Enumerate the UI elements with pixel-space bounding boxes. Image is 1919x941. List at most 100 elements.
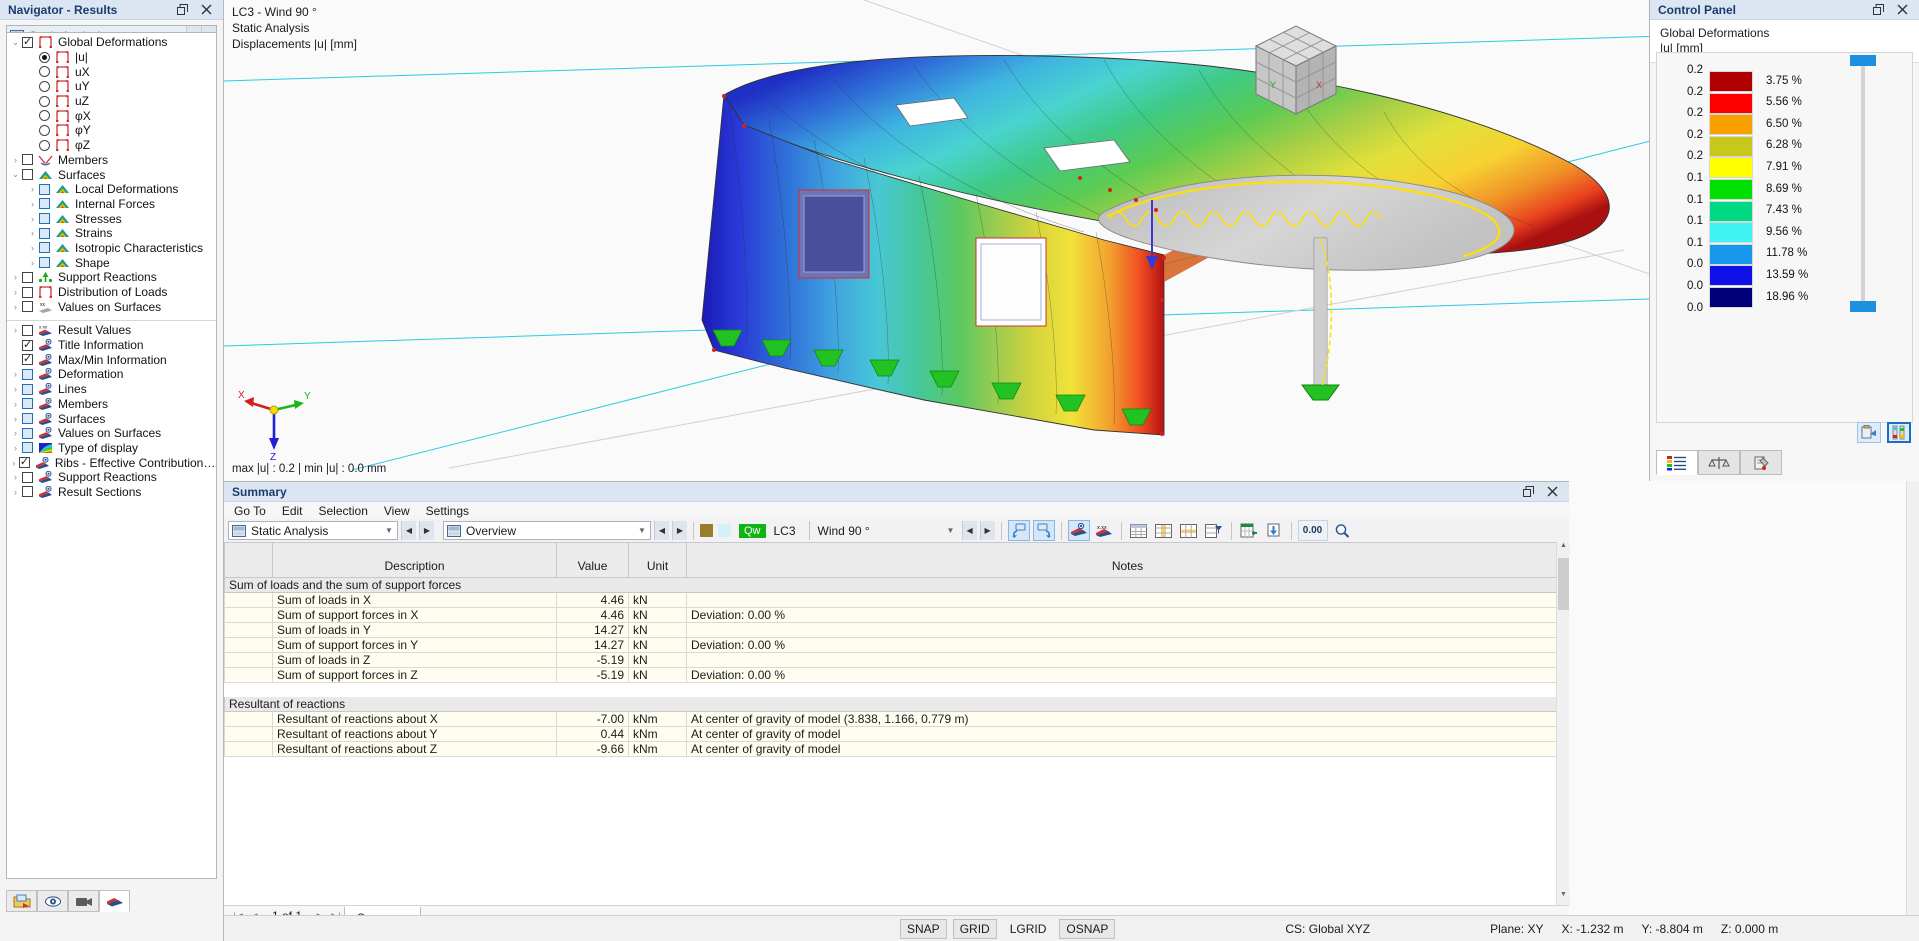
chevron-right-icon[interactable]: ›	[9, 414, 22, 424]
import-icon[interactable]	[1263, 520, 1285, 541]
row-index-cell[interactable]	[224, 636, 273, 653]
close-icon[interactable]	[1895, 3, 1909, 17]
chevron-right-icon[interactable]: ›	[26, 199, 39, 209]
chevron-down-icon[interactable]: ▼	[634, 526, 650, 535]
table-row[interactable]: Sum of loads in X 4.46 kN	[224, 591, 1569, 608]
summary-overview-next[interactable]: ▶	[672, 521, 687, 540]
radio-button[interactable]	[39, 66, 50, 78]
checkbox[interactable]	[22, 383, 33, 395]
chevron-right-icon[interactable]: ›	[9, 472, 22, 482]
tree-item-x[interactable]: · φX	[7, 108, 216, 123]
checkbox[interactable]	[39, 227, 50, 239]
edit-scale-icon[interactable]	[1887, 422, 1911, 443]
tree-item-values-on-surfaces[interactable]: › Values on Surfaces	[7, 426, 216, 441]
chevron-right-icon[interactable]: ›	[9, 384, 22, 394]
chevron-right-icon[interactable]: ›	[26, 243, 39, 253]
radio-button[interactable]	[39, 80, 50, 92]
chevron-right-icon[interactable]: ›	[9, 302, 22, 312]
tree-item-type-of-display[interactable]: › Type of display	[7, 441, 216, 456]
chevron-right-icon[interactable]: ›	[9, 443, 22, 453]
chevron-down-icon[interactable]: ▼	[381, 526, 397, 535]
restore-icon[interactable]	[1521, 485, 1535, 499]
checkbox-checked[interactable]	[22, 352, 33, 366]
summary-overview-combo[interactable]: Overview ▼	[443, 521, 651, 540]
menu-item-selection[interactable]: Selection	[319, 504, 368, 518]
tree-item-support-reactions[interactable]: › Support Reactions	[7, 470, 216, 485]
show-result-icon[interactable]	[1067, 520, 1090, 541]
copy-scale-icon[interactable]	[1857, 422, 1881, 443]
checkbox[interactable]	[22, 368, 33, 380]
tree-item-shape[interactable]: › Shape	[7, 255, 216, 270]
column-header-index[interactable]	[224, 543, 273, 578]
tree-item-surfaces[interactable]: ⌄ Surfaces	[7, 167, 216, 182]
tree-item-result-values[interactable]: › x.xx Result Values	[7, 323, 216, 338]
chevron-down-icon[interactable]: ▼	[943, 526, 959, 535]
checkbox[interactable]	[22, 324, 33, 336]
table-view-icon[interactable]	[1128, 520, 1150, 541]
row-index-cell[interactable]	[224, 606, 273, 623]
radio-button[interactable]	[39, 139, 50, 151]
checkbox-checked[interactable]	[22, 338, 33, 351]
legend-color-swatch[interactable]	[1709, 157, 1753, 179]
table-group-row[interactable]: Resultant of reactions	[224, 695, 1569, 712]
table-row[interactable]: Sum of support forces in X 4.46 kN Deviatio…	[224, 606, 1569, 623]
summary-loadcase-combo[interactable]: Wind 90 ° ▼	[808, 521, 959, 540]
chevron-right-icon[interactable]: ›	[9, 155, 22, 165]
chevron-right-icon[interactable]: ›	[26, 184, 39, 194]
chevron-right-icon[interactable]: ›	[9, 325, 22, 335]
tree-item-z[interactable]: · φZ	[7, 138, 216, 153]
checkbox[interactable]	[22, 154, 33, 166]
tree-item-uy[interactable]: · uY	[7, 79, 216, 94]
table-row-icon[interactable]	[1178, 520, 1200, 541]
zoom-icon[interactable]	[1331, 520, 1353, 541]
filter-tab[interactable]	[1740, 450, 1782, 475]
status-toggle-snap[interactable]: SNAP	[900, 918, 947, 939]
checkbox[interactable]	[22, 271, 33, 283]
legend-color-swatch[interactable]	[1709, 71, 1753, 92]
tree-item-y[interactable]: · φY	[7, 123, 216, 138]
table-row[interactable]: Sum of loads in Y 14.27 kN	[224, 621, 1569, 638]
chevron-right-icon[interactable]: ›	[26, 228, 39, 238]
summary-analysis-combo[interactable]: Static Analysis ▼	[228, 521, 398, 540]
menu-item-view[interactable]: View	[384, 504, 410, 518]
close-icon[interactable]	[1545, 485, 1559, 499]
checkbox[interactable]	[39, 183, 50, 195]
outer-vertical-scrollbar[interactable]	[1906, 481, 1919, 915]
export-excel-icon[interactable]	[1238, 520, 1260, 541]
tree-item-stresses[interactable]: › Stresses	[7, 211, 216, 226]
column-header-unit[interactable]: Unit	[628, 543, 687, 578]
table-filter-icon[interactable]	[1203, 520, 1225, 541]
checkbox[interactable]	[22, 413, 33, 425]
checkbox[interactable]	[39, 242, 50, 254]
view-navigator-icon[interactable]	[37, 890, 68, 912]
status-toggle-grid[interactable]: GRID	[952, 918, 997, 939]
tree-item-strains[interactable]: › Strains	[7, 226, 216, 241]
restore-icon[interactable]	[175, 3, 189, 17]
decimal-places-icon[interactable]: 0.00	[1297, 520, 1328, 541]
checkbox-checked[interactable]	[22, 35, 33, 48]
legend-range-slider[interactable]	[1850, 55, 1876, 312]
summary-vertical-scrollbar[interactable]: ▲ ▼	[1556, 542, 1570, 905]
row-index-cell[interactable]	[224, 740, 273, 757]
checkbox[interactable]	[22, 169, 33, 181]
navigator-results-tree[interactable]: ⌄Global Deformations·|u|·uX·uY·uZ·φX·φY·…	[6, 32, 217, 879]
legend-slider-lower-handle[interactable]	[1850, 301, 1876, 312]
status-toggle-lgrid[interactable]: LGRID	[1003, 919, 1054, 939]
menu-item-go-to[interactable]: Go To	[234, 504, 266, 518]
chevron-right-icon[interactable]: ›	[9, 487, 22, 497]
tree-item-title-information[interactable]: · Title Information	[7, 338, 216, 353]
legend-color-swatch[interactable]	[1709, 179, 1753, 200]
table-group-row[interactable]: Sum of loads and the sum of support forc…	[224, 576, 1569, 593]
legend-color-swatch[interactable]	[1709, 287, 1753, 308]
checkbox[interactable]	[22, 427, 33, 439]
column-header-value[interactable]: Value	[556, 543, 629, 578]
scroll-up-arrow[interactable]: ▲	[1557, 542, 1570, 556]
table-row[interactable]: Resultant of reactions about X -7.00 kNm At…	[224, 710, 1569, 727]
radio-button[interactable]	[39, 110, 50, 122]
result-values-icon[interactable]: x.xx	[1093, 520, 1115, 541]
row-index-cell[interactable]	[224, 710, 273, 727]
tree-item-internal-forces[interactable]: › Internal Forces	[7, 197, 216, 212]
chevron-right-icon[interactable]: ›	[9, 399, 22, 409]
tree-item-surfaces[interactable]: › Surfaces	[7, 411, 216, 426]
menu-item-settings[interactable]: Settings	[426, 504, 469, 518]
